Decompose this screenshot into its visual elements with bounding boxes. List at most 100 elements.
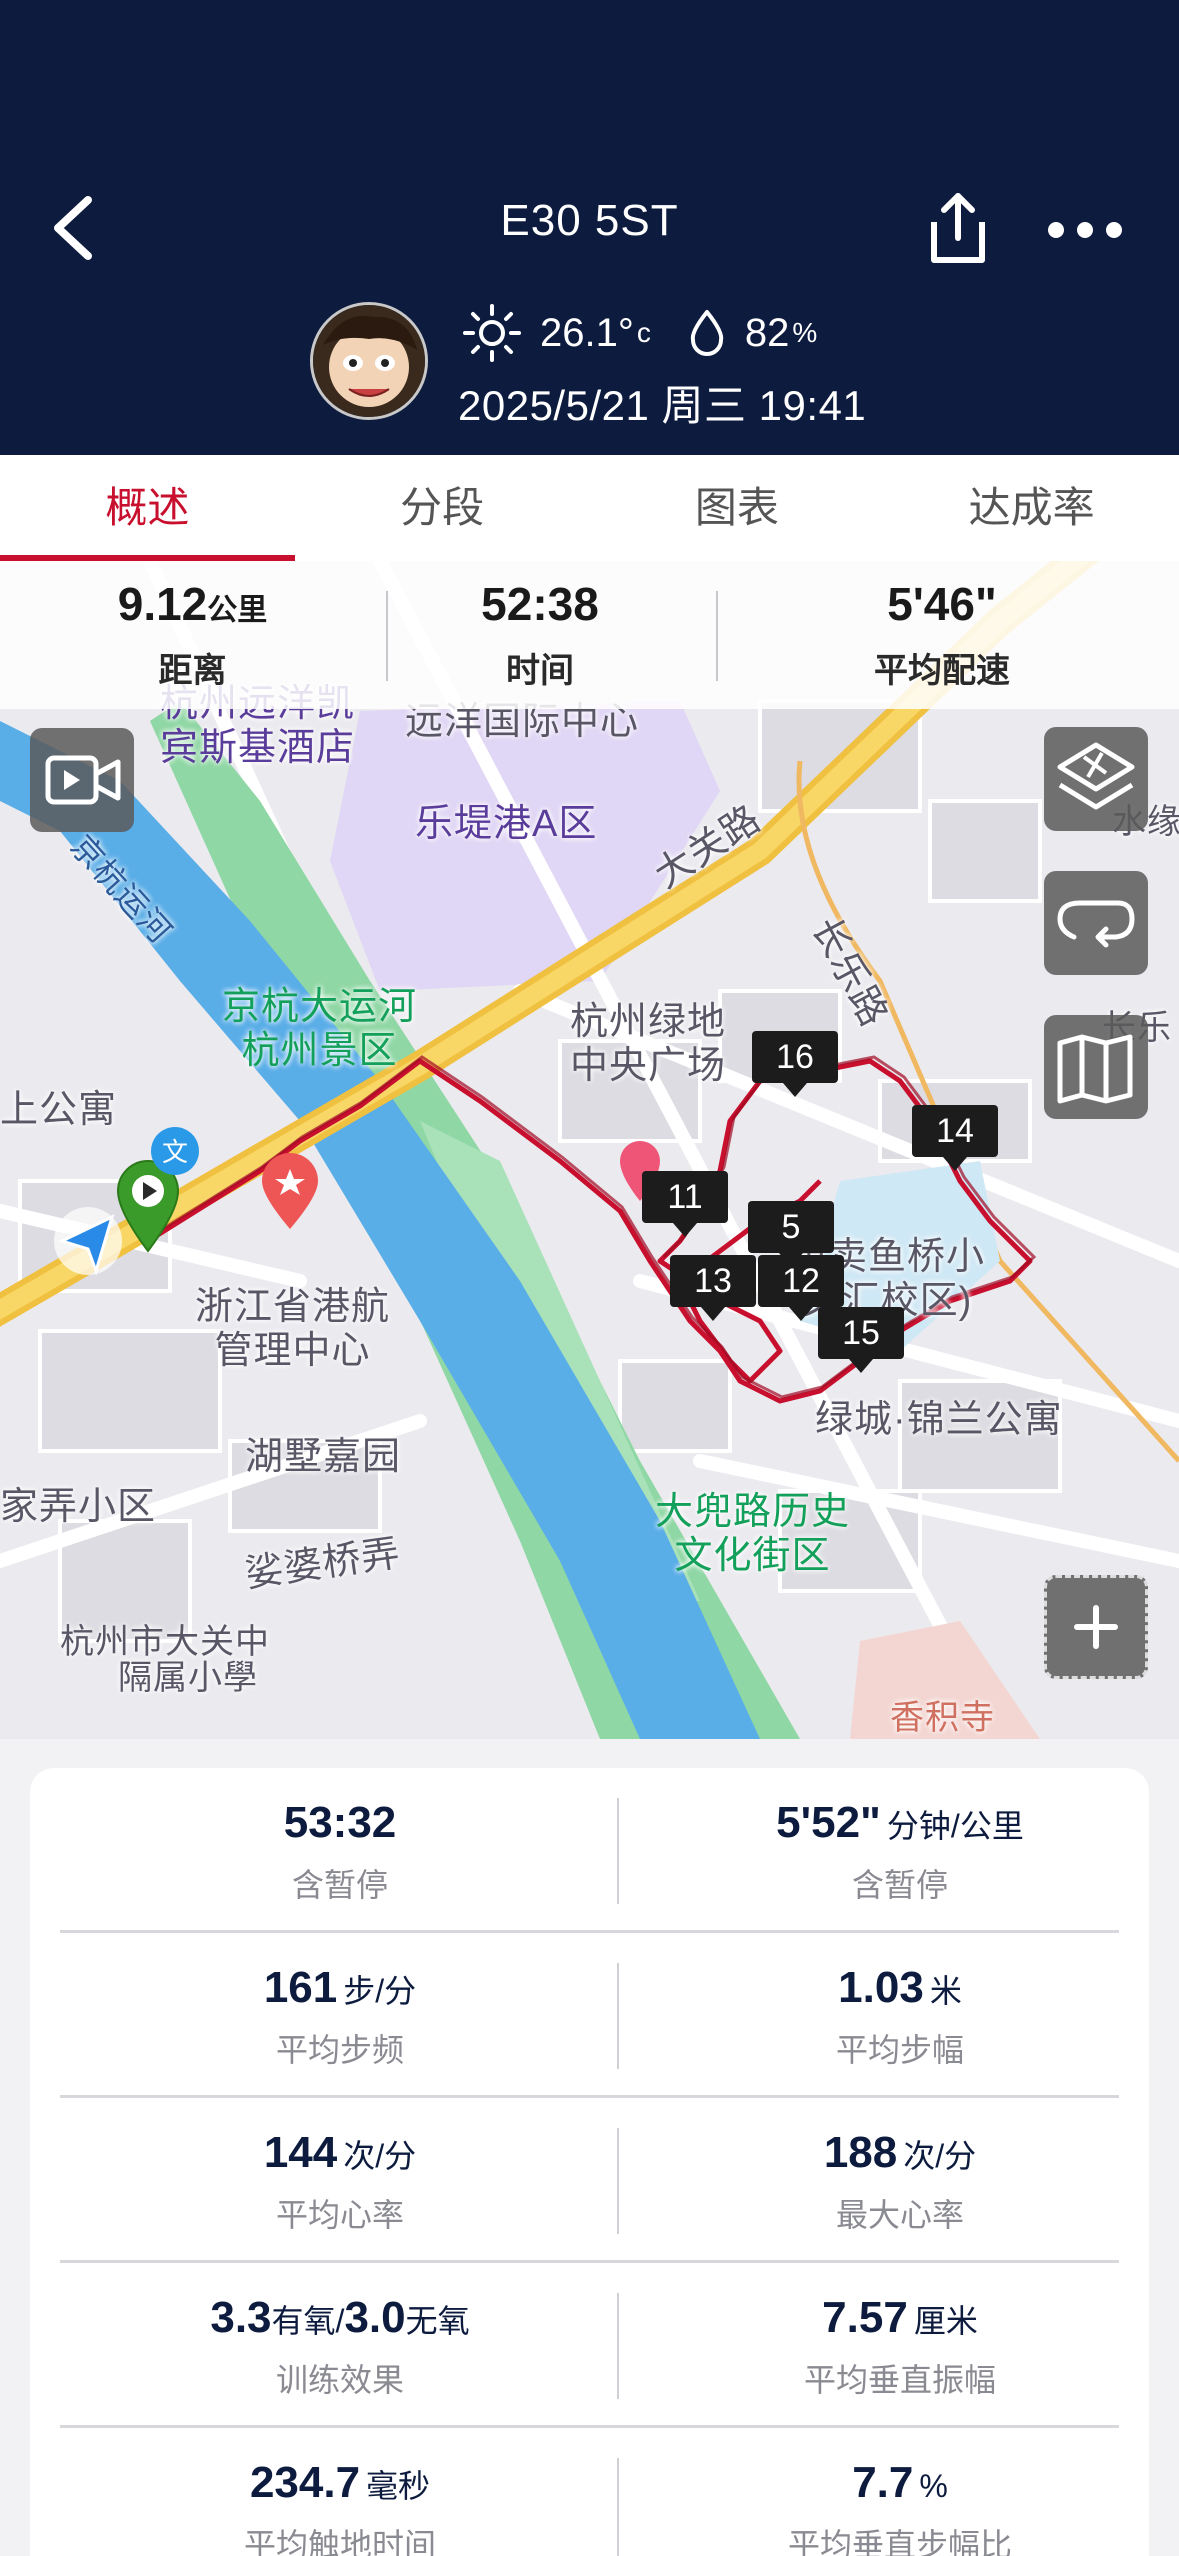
stat-unit: 厘米 — [913, 2303, 978, 2339]
stat-stride-length: 1.03 米 平均步幅 — [620, 1933, 1179, 2071]
layers-icon — [1057, 742, 1135, 810]
stats-row: 53:32 含暂停 5'52" 分钟/公里 含暂停 — [60, 1768, 1119, 1933]
stat-unit: 次/分 — [903, 2138, 977, 2174]
distance-value: 9.12 — [117, 578, 208, 630]
expand-map-button[interactable] — [1044, 1575, 1148, 1679]
stat-label: 训练效果 — [275, 2362, 404, 2398]
water-drop-icon — [690, 310, 724, 356]
km-marker[interactable]: 13 — [670, 1255, 756, 1321]
map-label-apartment: 上公寓 — [0, 1089, 118, 1131]
share-icon — [931, 193, 985, 263]
stat-value: 161 — [263, 1963, 338, 2012]
stat-value: 188 — [823, 2128, 898, 2177]
humidity-value: 82 — [744, 310, 790, 355]
video-button[interactable] — [30, 728, 134, 832]
avatar[interactable] — [310, 302, 428, 420]
stat-unit: % — [919, 2468, 948, 2504]
km-marker[interactable]: 14 — [912, 1105, 998, 1171]
humidity-unit: % — [792, 317, 818, 348]
km-marker[interactable]: 11 — [642, 1171, 728, 1237]
temperature-value: 26.1° — [540, 310, 634, 355]
map-label-jinlan: 绿城·锦兰公寓 — [815, 1399, 1063, 1441]
pace-label: 平均配速 — [874, 652, 1010, 690]
distance-label: 距离 — [158, 652, 227, 690]
km-marker[interactable]: 16 — [752, 1031, 838, 1097]
route-map[interactable]: 文 杭州远洋凯 宾斯基酒店 远洋国际中心 乐堤港A区 大关路 京杭运河 京杭大运… — [0, 561, 1179, 1739]
stat-label: 平均垂直步幅比 — [787, 2527, 1012, 2556]
more-icon — [1048, 222, 1122, 238]
summary-bar: 9.12公里 距离 52:38 时间 5'46" 平均配速 — [0, 561, 1179, 709]
stat-unit: 次/分 — [343, 2138, 417, 2174]
stat-elapsed-pace: 5'52" 分钟/公里 含暂停 — [620, 1768, 1179, 1906]
map-label-greenland: 杭州绿地 中央广场 — [570, 1001, 727, 1087]
km-marker[interactable]: 15 — [818, 1307, 904, 1373]
stat-label: 平均触地时间 — [243, 2527, 436, 2556]
map-book-icon — [1057, 1034, 1133, 1104]
stat-divider — [617, 2128, 619, 2234]
stat-divider — [617, 2458, 619, 2556]
map-label-daguan-middle: 杭州市大关中 — [60, 1623, 270, 1661]
stat-unit-anaerobic: 无氧 — [405, 2303, 470, 2339]
stat-label: 平均步幅 — [835, 2032, 964, 2068]
stat-value: 5'52" — [776, 1798, 881, 1847]
stat-label: 平均心率 — [275, 2197, 404, 2233]
stat-ground-contact-time: 234.7 毫秒 平均触地时间 — [60, 2428, 620, 2556]
stat-value: 1.03 — [838, 1963, 924, 2012]
summary-divider — [386, 591, 388, 681]
weather-info: 26.1° c 82 % — [462, 298, 817, 368]
zoom-in-icon — [1074, 1605, 1118, 1649]
summary-pace: 5'46" 平均配速 — [705, 561, 1179, 709]
sun-icon — [463, 304, 521, 362]
stat-vertical-ratio: 7.7% 平均垂直步幅比 — [620, 2428, 1179, 2556]
page-title: E30 5ST — [500, 196, 679, 245]
stat-label: 含暂停 — [291, 1867, 388, 1903]
tab-splits[interactable]: 分段 — [295, 455, 590, 561]
km-marker[interactable]: 5 — [748, 1201, 834, 1267]
stat-elapsed-time: 53:32 含暂停 — [60, 1768, 620, 1906]
summary-distance: 9.12公里 距离 — [0, 561, 385, 709]
map-label-bottom-fragment: 香积寺 — [890, 1699, 995, 1737]
stat-cadence: 161 步/分 平均步频 — [60, 1933, 620, 2071]
loop-button[interactable] — [1044, 871, 1148, 975]
stat-unit-aerobic: 有氧/ — [271, 2303, 345, 2339]
stat-vertical-oscillation: 7.57 厘米 平均垂直振幅 — [620, 2263, 1179, 2401]
tab-charts[interactable]: 图表 — [590, 455, 885, 561]
share-button[interactable] — [920, 188, 996, 268]
stat-value: 234.7 — [249, 2458, 361, 2507]
stat-divider — [617, 2293, 619, 2399]
loop-icon — [1057, 900, 1135, 948]
tab-bar: 概述 分段 图表 达成率 — [0, 455, 1179, 561]
stat-max-heart-rate: 188 次/分 最大心率 — [620, 2098, 1179, 2236]
stat-unit: 分钟/公里 — [886, 1808, 1024, 1844]
time-value: 52:38 — [481, 578, 599, 630]
stats-row: 234.7 毫秒 平均触地时间 7.7% 平均垂直步幅比 — [60, 2428, 1119, 2556]
stat-value: 7.57 — [822, 2293, 908, 2342]
stat-label: 含暂停 — [851, 1867, 948, 1903]
map-style-button[interactable] — [1044, 1015, 1148, 1119]
tab-achievement[interactable]: 达成率 — [884, 455, 1179, 561]
map-label-huzhu: 湖墅嘉园 — [245, 1436, 402, 1478]
time-label: 时间 — [506, 652, 574, 690]
stat-avg-heart-rate: 144 次/分 平均心率 — [60, 2098, 620, 2236]
distance-unit: 公里 — [207, 594, 268, 627]
stat-training-effect: 3.3有氧/3.0无氧 训练效果 — [60, 2263, 620, 2401]
map-label-dadou: 大兜路历史 文化街区 — [655, 1491, 851, 1577]
stat-value-aerobic: 3.3 — [210, 2293, 272, 2342]
temperature-unit: c — [636, 317, 651, 348]
stat-divider — [617, 1963, 619, 2069]
stat-divider — [617, 1798, 619, 1904]
activity-datetime: 2025/5/21 周三 19:41 — [458, 382, 867, 429]
stats-row: 144 次/分 平均心率 188 次/分 最大心率 — [60, 2098, 1119, 2263]
stat-unit: 米 — [929, 1973, 962, 2009]
map-label-letigang: 乐堤港A区 — [415, 803, 598, 845]
stats-row: 161 步/分 平均步频 1.03 米 平均步幅 — [60, 1933, 1119, 2098]
svg-text:文: 文 — [162, 1138, 188, 1168]
location-arrow-icon — [54, 1207, 122, 1276]
stat-label: 平均步频 — [275, 2032, 404, 2068]
km-marker[interactable]: 12 — [758, 1255, 844, 1321]
layers-button[interactable] — [1044, 727, 1148, 831]
tab-overview[interactable]: 概述 — [0, 455, 295, 561]
stat-value-anaerobic: 3.0 — [344, 2293, 406, 2342]
map-label-xiaoqu: 家弄小区 — [0, 1486, 157, 1528]
more-button[interactable] — [1040, 200, 1130, 260]
